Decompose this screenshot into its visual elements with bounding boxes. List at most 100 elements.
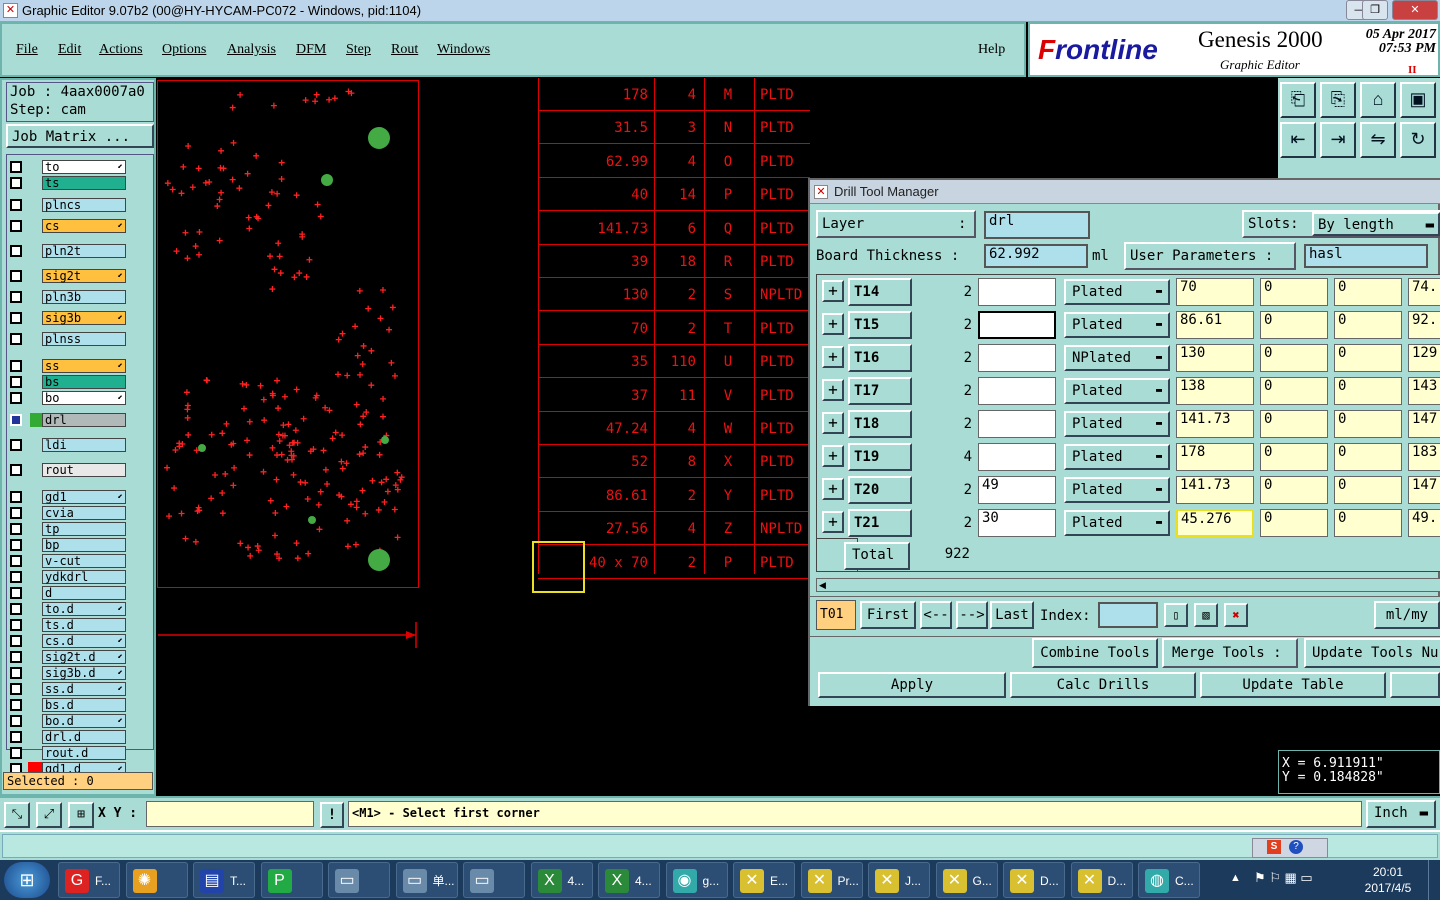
- tool-id[interactable]: T17: [848, 377, 912, 405]
- menu-analysis[interactable]: Analysis: [227, 42, 276, 58]
- start-icon[interactable]: ⊞: [4, 862, 50, 898]
- lock-icon[interactable]: ▯: [1164, 603, 1188, 627]
- reset-icon[interactable]: ▧: [1194, 603, 1218, 627]
- layer-row-bo-d[interactable]: bo.d ⬋: [8, 714, 126, 728]
- layer-row-pln3b[interactable]: pln3b: [8, 290, 126, 304]
- finish-size-input[interactable]: [978, 278, 1056, 306]
- tolerance-plus-input[interactable]: 0: [1260, 377, 1328, 405]
- finish-size-input[interactable]: [978, 443, 1056, 471]
- layer-row-ldi[interactable]: ldi: [8, 438, 126, 452]
- layer-checkbox[interactable]: [10, 603, 22, 615]
- taskbar-app-button[interactable]: ▭: [328, 862, 390, 898]
- tolerance-minus-input[interactable]: 0: [1334, 377, 1402, 405]
- expand-icon[interactable]: +: [822, 478, 844, 500]
- drill-value-input[interactable]: 147: [1408, 410, 1440, 438]
- taskbar-app-button[interactable]: ▭ 单...: [395, 862, 458, 898]
- layer-row-ts[interactable]: ts: [8, 176, 126, 190]
- plating-dropdown[interactable]: Plated ▬: [1064, 378, 1170, 404]
- layer-input[interactable]: drl: [984, 211, 1090, 239]
- taskbar-app-button[interactable]: ✕ Pr...: [800, 862, 863, 898]
- expand-icon[interactable]: +: [822, 445, 844, 467]
- layer-checkbox[interactable]: [10, 161, 22, 173]
- layer-row-sig2t-d[interactable]: sig2t.d ⬋: [8, 650, 126, 664]
- tolerance-minus-input[interactable]: 0: [1334, 410, 1402, 438]
- layer-row-plncs[interactable]: plncs: [8, 198, 126, 212]
- taskbar-app-button[interactable]: X 4...: [530, 862, 593, 898]
- expand-icon[interactable]: +: [822, 511, 844, 533]
- layer-checkbox[interactable]: [10, 464, 22, 476]
- tolerance-plus-input[interactable]: 0: [1260, 278, 1328, 306]
- warning-icon[interactable]: !: [320, 802, 344, 828]
- taskbar-app-button[interactable]: ◉ g...: [665, 862, 728, 898]
- layer-checkbox[interactable]: [10, 555, 22, 567]
- tolerance-minus-input[interactable]: 0: [1334, 311, 1402, 339]
- tolerance-plus-input[interactable]: 0: [1260, 476, 1328, 504]
- drill-value-input[interactable]: 147: [1408, 476, 1440, 504]
- finish-size-input[interactable]: 49: [978, 476, 1056, 504]
- drill-size-input[interactable]: 141.73: [1176, 410, 1254, 438]
- layer-checkbox[interactable]: [10, 312, 22, 324]
- layer-checkbox[interactable]: [10, 439, 22, 451]
- tolerance-plus-input[interactable]: 0: [1260, 509, 1328, 537]
- move-right-icon[interactable]: ⇥: [1320, 122, 1356, 158]
- units-button[interactable]: ml/my: [1374, 601, 1440, 629]
- tool-id[interactable]: T19: [848, 443, 912, 471]
- layer-checkbox[interactable]: [10, 507, 22, 519]
- calc-drills-button[interactable]: Calc Drills: [1010, 672, 1196, 698]
- drill-size-input[interactable]: 178: [1176, 443, 1254, 471]
- menu-windows[interactable]: Windows: [437, 42, 490, 58]
- layer-checkbox[interactable]: [10, 270, 22, 282]
- drill-value-input[interactable]: 183: [1408, 443, 1440, 471]
- layer-row-to-d[interactable]: to.d ⬋: [8, 602, 126, 616]
- drill-size-input[interactable]: 130: [1176, 344, 1254, 372]
- plating-dropdown[interactable]: Plated ▬: [1064, 510, 1170, 536]
- tolerance-plus-input[interactable]: 0: [1260, 344, 1328, 372]
- layer-checkbox[interactable]: [10, 376, 22, 388]
- expand-icon[interactable]: +: [822, 313, 844, 335]
- layer-row-sig3b[interactable]: sig3b ⬋: [8, 311, 126, 325]
- layer-checkbox[interactable]: [10, 491, 22, 503]
- layer-checkbox[interactable]: [10, 523, 22, 535]
- home-icon[interactable]: ⌂: [1360, 82, 1396, 118]
- first-button[interactable]: First: [860, 601, 916, 629]
- taskbar-app-button[interactable]: ▤ T...: [193, 862, 255, 898]
- taskbar-app-button[interactable]: ▭: [463, 862, 525, 898]
- layer-checkbox[interactable]: [10, 715, 22, 727]
- close-dtm-button[interactable]: [1390, 672, 1440, 698]
- finish-size-input[interactable]: 30: [978, 509, 1056, 537]
- layer-row-gd1[interactable]: gd1 ⬋: [8, 490, 126, 504]
- delete-icon[interactable]: ✖: [1224, 603, 1248, 627]
- tolerance-minus-input[interactable]: 0: [1334, 344, 1402, 372]
- layer-row-bo[interactable]: bo ⬋: [8, 391, 126, 405]
- drill-value-input[interactable]: 49.: [1408, 509, 1440, 537]
- tolerance-minus-input[interactable]: 0: [1334, 443, 1402, 471]
- index-input[interactable]: [1098, 602, 1158, 628]
- next-button[interactable]: -->: [956, 601, 988, 629]
- taskbar-app-button[interactable]: ◍ C...: [1138, 862, 1200, 898]
- layer-checkbox[interactable]: [10, 635, 22, 647]
- tolerance-plus-input[interactable]: 0: [1260, 410, 1328, 438]
- layer-checkbox[interactable]: [10, 220, 22, 232]
- slots-dropdown[interactable]: By length ▬: [1312, 212, 1440, 236]
- plating-dropdown[interactable]: NPlated ▬: [1064, 345, 1170, 371]
- drill-value-input[interactable]: 74.: [1408, 278, 1440, 306]
- menu-file[interactable]: File: [16, 42, 38, 58]
- update-tools-numbers-button[interactable]: Update Tools Nu: [1304, 638, 1440, 668]
- taskbar-app-button[interactable]: G F...: [58, 862, 120, 898]
- layer-row-ss-d[interactable]: ss.d ⬋: [8, 682, 126, 696]
- tolerance-minus-input[interactable]: 0: [1334, 509, 1402, 537]
- board-thickness-input[interactable]: 62.992: [984, 244, 1088, 268]
- tool-id[interactable]: T16: [848, 344, 912, 372]
- layer-checkbox[interactable]: [10, 291, 22, 303]
- tool-id[interactable]: T21: [848, 509, 912, 537]
- drill-value-input[interactable]: 143: [1408, 377, 1440, 405]
- tolerance-plus-input[interactable]: 0: [1260, 311, 1328, 339]
- tool-id[interactable]: T20: [848, 476, 912, 504]
- drill-value-input[interactable]: 92.: [1408, 311, 1440, 339]
- layer-checkbox[interactable]: [10, 667, 22, 679]
- layer-row-rout[interactable]: rout: [8, 463, 126, 477]
- finish-size-input[interactable]: [978, 377, 1056, 405]
- drill-size-input[interactable]: 70: [1176, 278, 1254, 306]
- tolerance-plus-input[interactable]: 0: [1260, 443, 1328, 471]
- expand-icon[interactable]: +: [822, 346, 844, 368]
